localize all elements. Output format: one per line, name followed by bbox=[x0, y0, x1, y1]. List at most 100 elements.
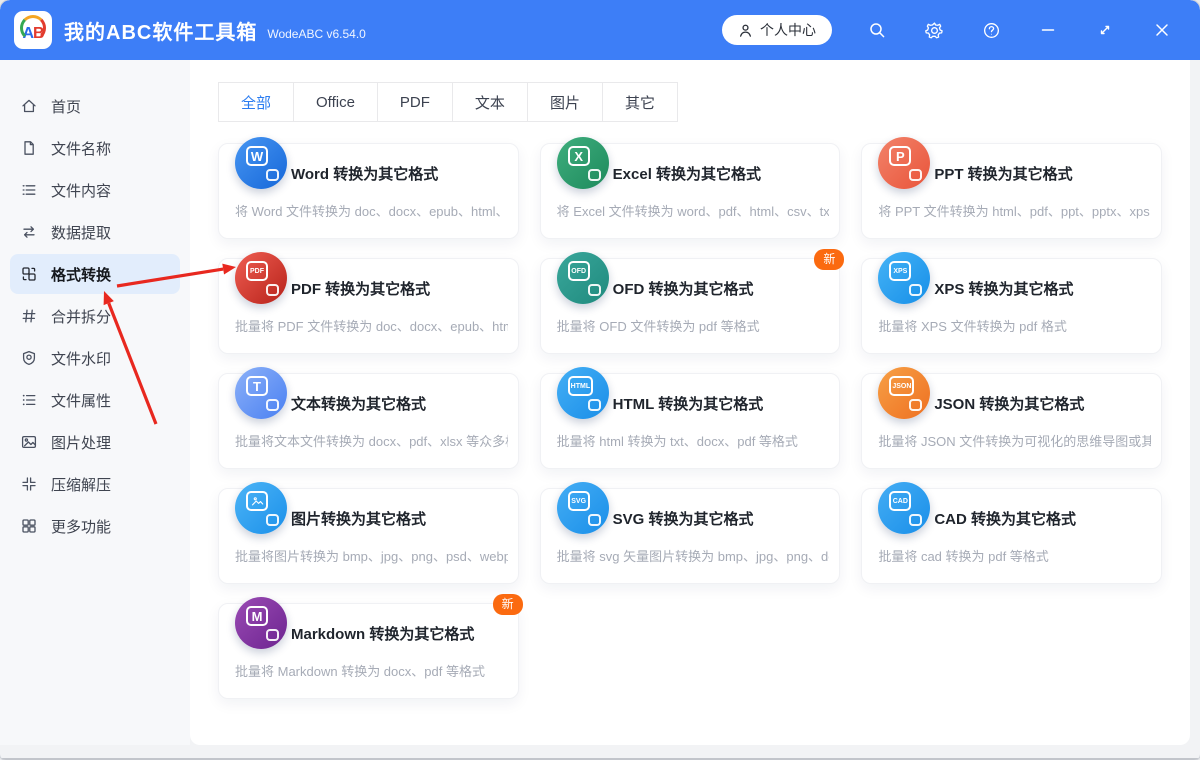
card-description: 批量将 XPS 文件转换为 pdf 格式 bbox=[878, 316, 1151, 335]
sidebar-item-label: 压缩解压 bbox=[51, 474, 111, 495]
sidebar-item-more[interactable]: 更多功能 bbox=[10, 506, 180, 546]
json-format-icon: JSON bbox=[878, 367, 930, 419]
tab-image[interactable]: 图片 bbox=[527, 82, 603, 122]
card-description: 批量将 cad 转换为 pdf 等格式 bbox=[878, 546, 1151, 565]
close-button[interactable] bbox=[1150, 18, 1174, 42]
sidebar-item-label: 合并拆分 bbox=[51, 306, 111, 327]
word-format-icon: W bbox=[235, 137, 287, 189]
icon-glyph-box: T bbox=[246, 376, 268, 396]
card-title: HTML 转换为其它格式 bbox=[613, 393, 764, 414]
tab-other[interactable]: 其它 bbox=[602, 82, 678, 122]
card-txt[interactable]: T 文本转换为其它格式批量将文本文件转换为 docx、pdf、xlsx 等众多格式 bbox=[218, 373, 519, 469]
card-description: 批量将文本文件转换为 docx、pdf、xlsx 等众多格式 bbox=[235, 431, 508, 450]
card-title: XPS 转换为其它格式 bbox=[934, 278, 1073, 299]
icon-glyph-box: JSON bbox=[889, 376, 914, 396]
card-description: 将 PPT 文件转换为 html、pdf、ppt、pptx、xps 等 bbox=[878, 201, 1151, 220]
card-json[interactable]: JSONJSON 转换为其它格式批量将 JSON 文件转换为可视化的思维导图或其… bbox=[861, 373, 1162, 469]
main-area: 首页文件名称文件内容数据提取格式转换合并拆分文件水印文件属性图片处理压缩解压更多… bbox=[0, 60, 1200, 745]
sidebar-item-filecontent[interactable]: 文件内容 bbox=[10, 170, 180, 210]
icon-glyph-box: M bbox=[246, 606, 268, 626]
sidebar-item-convert[interactable]: 格式转换 bbox=[10, 254, 180, 294]
sidebar-item-image[interactable]: 图片处理 bbox=[10, 422, 180, 462]
card-word[interactable]: W Word 转换为其它格式将 Word 文件转换为 doc、docx、epub、… bbox=[218, 143, 519, 239]
icon-secondary-box bbox=[266, 399, 279, 411]
card-ppt[interactable]: PPPT 转换为其它格式将 PPT 文件转换为 html、pdf、ppt、ppt… bbox=[861, 143, 1162, 239]
icon-secondary-box bbox=[588, 399, 601, 411]
sidebar-item-mergesplit[interactable]: 合并拆分 bbox=[10, 296, 180, 336]
file-icon bbox=[20, 139, 38, 157]
sidebar: 首页文件名称文件内容数据提取格式转换合并拆分文件水印文件属性图片处理压缩解压更多… bbox=[0, 60, 190, 745]
card-description: 批量将 svg 矢量图片转换为 bmp、jpg、png、docx bbox=[557, 546, 830, 565]
icon-secondary-box bbox=[266, 284, 279, 296]
minimize-button[interactable] bbox=[1036, 18, 1060, 42]
tab-pdf[interactable]: PDF bbox=[377, 82, 453, 122]
sidebar-item-extract[interactable]: 数据提取 bbox=[10, 212, 180, 252]
card-ofd[interactable]: OFDOFD 转换为其它格式批量将 OFD 文件转换为 pdf 等格式新 bbox=[540, 258, 841, 354]
minimize-icon bbox=[1040, 22, 1056, 38]
icon-glyph-box: XPS bbox=[889, 261, 911, 281]
card-title: 图片转换为其它格式 bbox=[291, 508, 426, 529]
sidebar-item-zip[interactable]: 压缩解压 bbox=[10, 464, 180, 504]
txt-format-icon: T bbox=[235, 367, 287, 419]
sidebar-item-label: 文件属性 bbox=[51, 390, 111, 411]
icon-glyph-box: X bbox=[568, 146, 590, 166]
card-excel[interactable]: XExcel 转换为其它格式将 Excel 文件转换为 word、pdf、htm… bbox=[540, 143, 841, 239]
new-badge: 新 bbox=[814, 249, 844, 270]
home-icon bbox=[20, 97, 38, 115]
card-markdown[interactable]: M Markdown 转换为其它格式批量将 Markdown 转换为 docx、p… bbox=[218, 603, 519, 699]
icon-secondary-box bbox=[909, 399, 922, 411]
card-img[interactable]: 图片转换为其它格式批量将图片转换为 bmp、jpg、png、psd、webp、 bbox=[218, 488, 519, 584]
grid-icon bbox=[20, 517, 38, 535]
sidebar-item-home[interactable]: 首页 bbox=[10, 86, 180, 126]
card-svg[interactable]: SVG SVG 转换为其它格式批量将 svg 矢量图片转换为 bmp、jpg、pn… bbox=[540, 488, 841, 584]
maximize-icon bbox=[1097, 22, 1113, 38]
card-xps[interactable]: XPS XPS 转换为其它格式批量将 XPS 文件转换为 pdf 格式 bbox=[861, 258, 1162, 354]
sidebar-item-filename[interactable]: 文件名称 bbox=[10, 128, 180, 168]
card-title: 文本转换为其它格式 bbox=[291, 393, 426, 414]
list-dots-icon bbox=[20, 391, 38, 409]
icon-secondary-box bbox=[588, 514, 601, 526]
icon-glyph-box: W bbox=[246, 146, 268, 166]
card-pdf[interactable]: PDFPDF 转换为其它格式批量将 PDF 文件转换为 doc、docx、epu… bbox=[218, 258, 519, 354]
tab-text[interactable]: 文本 bbox=[452, 82, 528, 122]
settings-button[interactable] bbox=[922, 18, 946, 42]
icon-secondary-box bbox=[588, 169, 601, 181]
card-title: SVG 转换为其它格式 bbox=[613, 508, 754, 529]
search-button[interactable] bbox=[865, 18, 889, 42]
tab-office[interactable]: Office bbox=[293, 82, 378, 122]
ppt-format-icon: P bbox=[878, 137, 930, 189]
category-tabs: 全部OfficePDF文本图片其它 bbox=[218, 82, 1190, 122]
app-version: WodeABC v6.54.0 bbox=[267, 27, 366, 41]
card-description: 将 Word 文件转换为 doc、docx、epub、html、pd bbox=[235, 201, 508, 220]
sidebar-item-fileprops[interactable]: 文件属性 bbox=[10, 380, 180, 420]
shield-icon bbox=[20, 349, 38, 367]
help-button[interactable] bbox=[979, 18, 1003, 42]
icon-glyph-box: HTML bbox=[568, 376, 593, 396]
logo-arc bbox=[20, 15, 46, 41]
icon-glyph-box: SVG bbox=[568, 491, 590, 511]
svg-format-icon: SVG bbox=[557, 482, 609, 534]
xps-format-icon: XPS bbox=[878, 252, 930, 304]
card-title: Word 转换为其它格式 bbox=[291, 163, 438, 184]
card-title: Excel 转换为其它格式 bbox=[613, 163, 761, 184]
content-panel: 全部OfficePDF文本图片其它 WWord 转换为其它格式将 Word 文件… bbox=[190, 60, 1190, 745]
card-title: Markdown 转换为其它格式 bbox=[291, 623, 474, 644]
card-html[interactable]: HTMLHTML 转换为其它格式批量将 html 转换为 txt、docx、pd… bbox=[540, 373, 841, 469]
maximize-button[interactable] bbox=[1093, 18, 1117, 42]
card-cad[interactable]: CADCAD 转换为其它格式批量将 cad 转换为 pdf 等格式 bbox=[861, 488, 1162, 584]
card-description: 批量将 PDF 文件转换为 doc、docx、epub、html、 bbox=[235, 316, 508, 335]
icon-secondary-box bbox=[909, 169, 922, 181]
user-center-button[interactable]: 个人中心 bbox=[722, 15, 832, 45]
tab-all[interactable]: 全部 bbox=[218, 82, 294, 122]
sidebar-item-watermark[interactable]: 文件水印 bbox=[10, 338, 180, 378]
cad-format-icon: CAD bbox=[878, 482, 930, 534]
icon-glyph-box: PDF bbox=[246, 261, 268, 281]
card-description: 批量将 OFD 文件转换为 pdf 等格式 bbox=[557, 316, 830, 335]
icon-secondary-box bbox=[266, 514, 279, 526]
pdf-format-icon: PDF bbox=[235, 252, 287, 304]
sidebar-item-label: 文件水印 bbox=[51, 348, 111, 369]
app-title: 我的ABC软件工具箱 bbox=[64, 16, 257, 45]
card-description: 批量将 Markdown 转换为 docx、pdf 等格式 bbox=[235, 661, 508, 680]
card-title: OFD 转换为其它格式 bbox=[613, 278, 754, 299]
title-bar: AB 我的ABC软件工具箱 WodeABC v6.54.0 个人中心 bbox=[0, 0, 1200, 60]
